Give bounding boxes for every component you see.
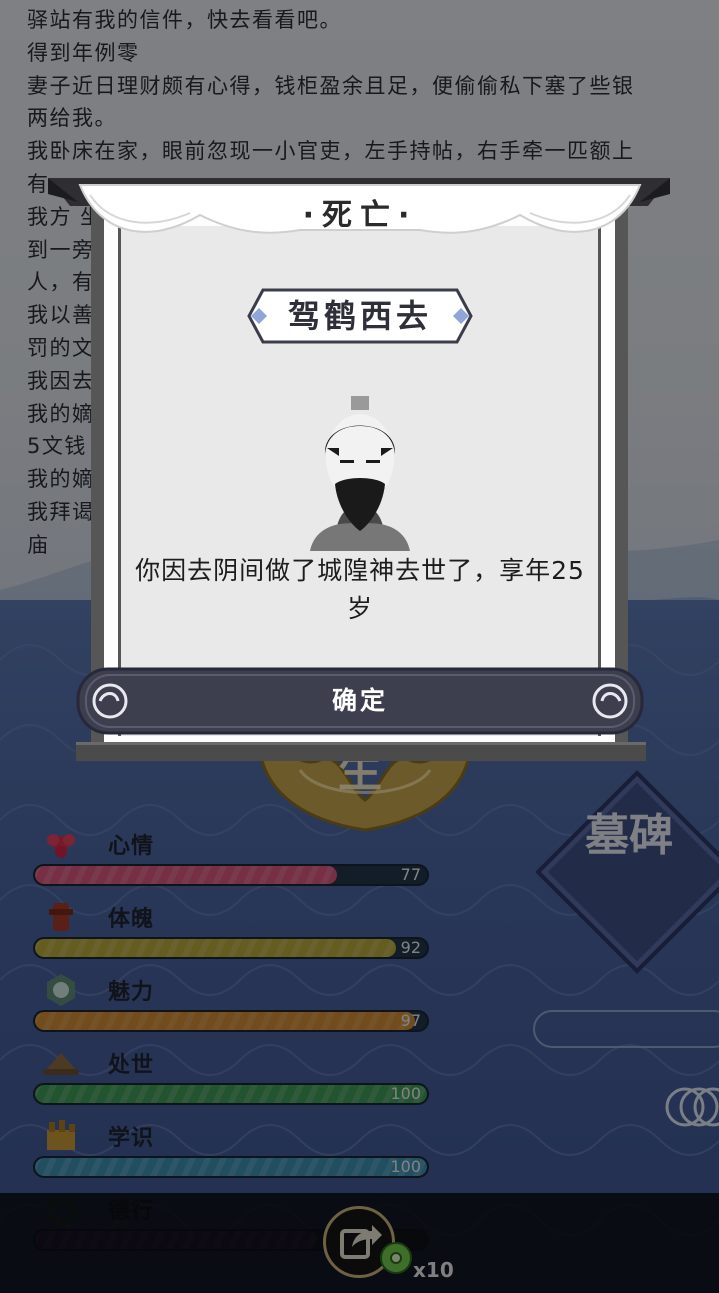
official-portrait-avatar — [310, 396, 410, 551]
confirm-button-label: 确定 — [331, 686, 388, 715]
result-badge-label: 驾鹤西去 — [287, 297, 432, 335]
modal-title: ·死亡· — [260, 190, 460, 234]
title-dot-left-icon: · — [302, 198, 322, 233]
death-message: 你因去阴间做了城隍神去世了，享年25岁 — [135, 556, 585, 623]
modal-title-text: 死亡 — [322, 198, 398, 233]
scroll-bottom-rod — [76, 742, 646, 761]
title-dot-right-icon: · — [398, 198, 418, 233]
